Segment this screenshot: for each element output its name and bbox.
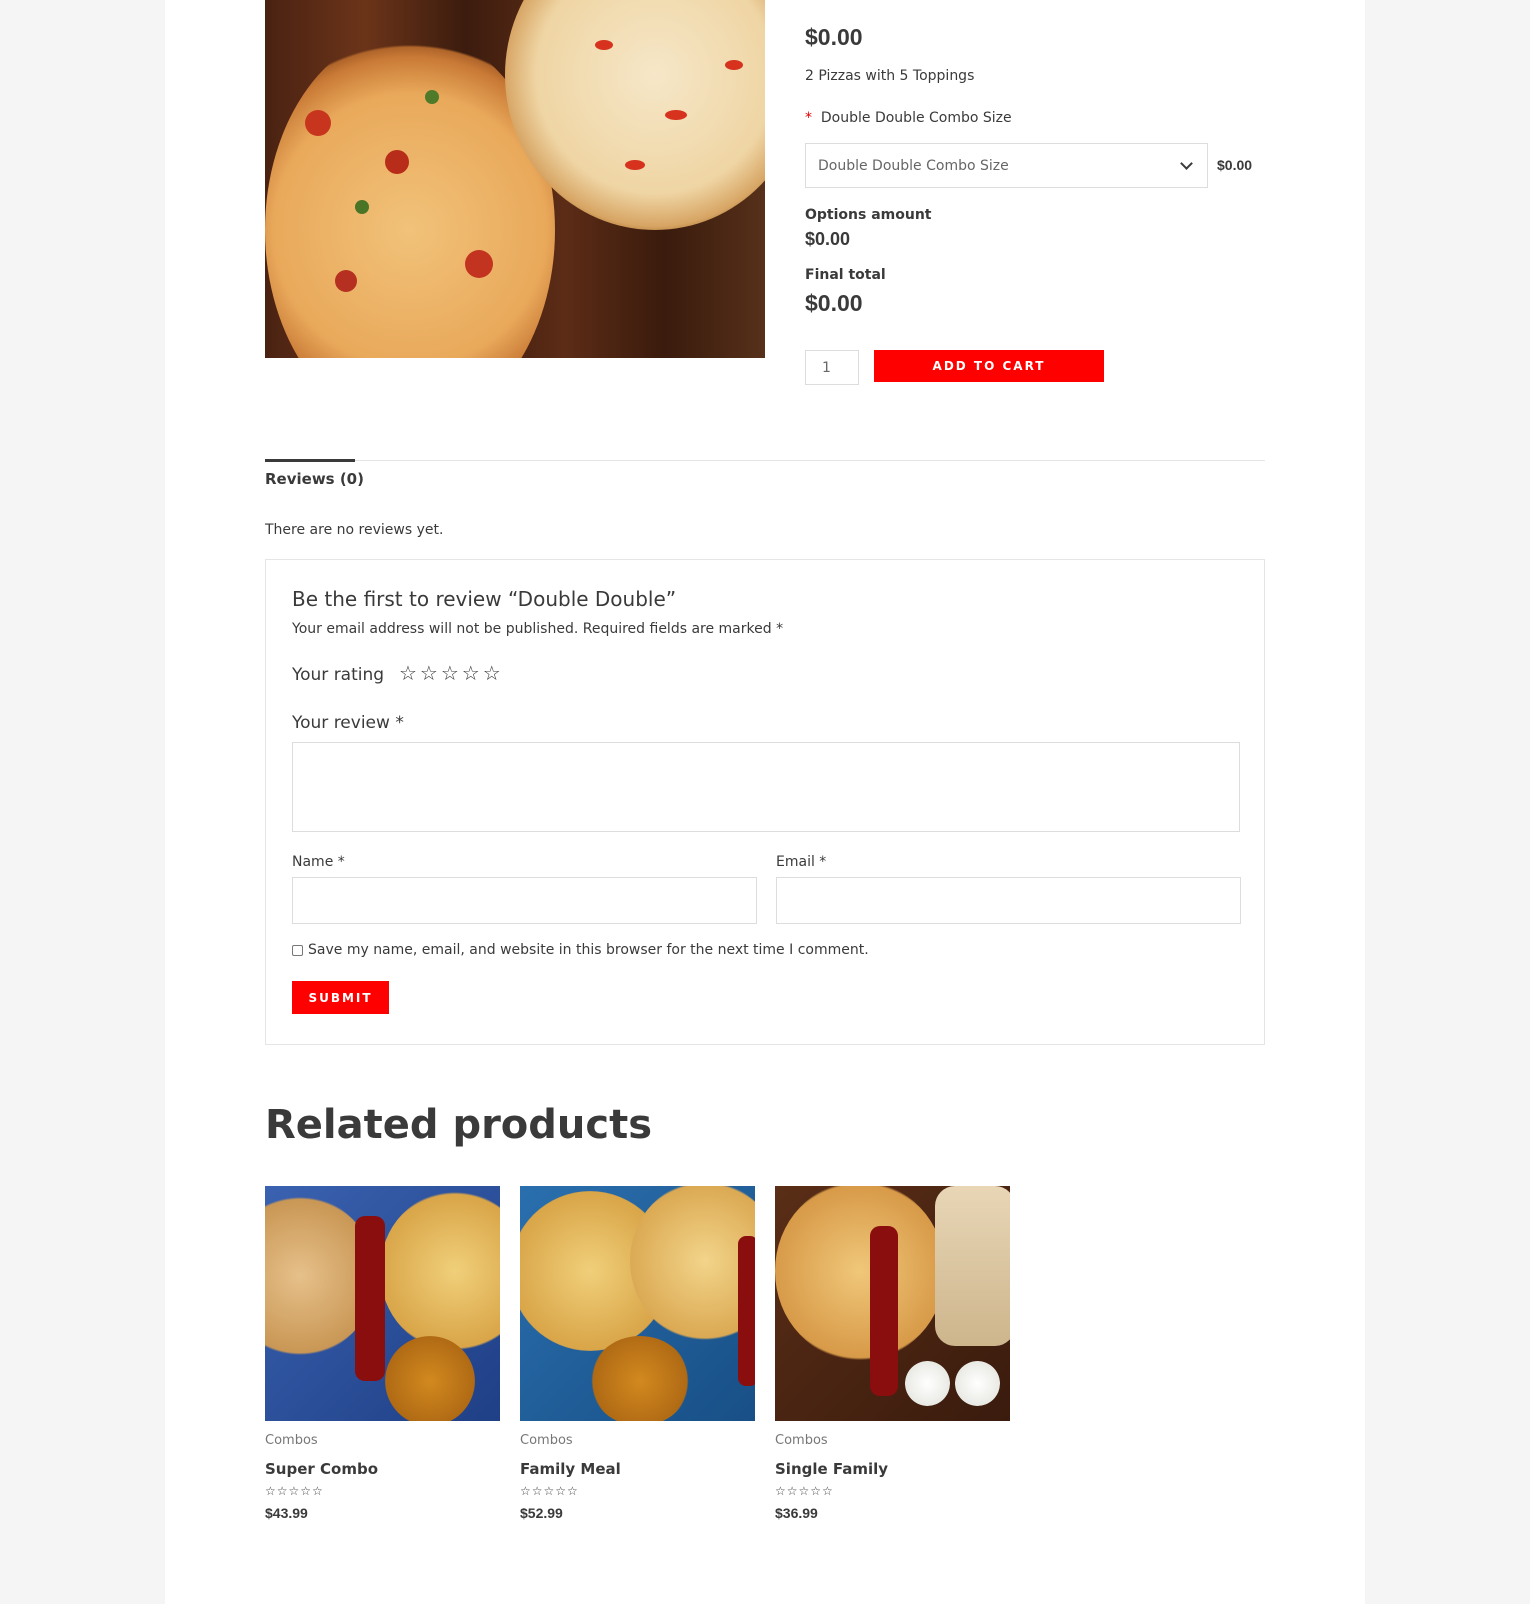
- rating-stars-input[interactable]: ☆☆☆☆☆: [399, 661, 504, 685]
- product-image[interactable]: [265, 0, 765, 358]
- option-label-text: Double Double Combo Size: [820, 110, 1012, 126]
- product-card-rating: ☆☆☆☆☆: [265, 1484, 324, 1498]
- topping: [355, 200, 369, 214]
- sauce-cup: [955, 1361, 1000, 1406]
- tab-active-indicator: [265, 459, 355, 462]
- options-amount-value: $0.00: [805, 229, 851, 249]
- product-card-rating: ☆☆☆☆☆: [775, 1484, 834, 1498]
- soda-bottle: [355, 1216, 385, 1381]
- sauce-cup: [905, 1361, 950, 1406]
- required-marker: *: [395, 713, 404, 733]
- pizza-illustration: [380, 1191, 500, 1351]
- product-price: $0.00: [805, 24, 863, 50]
- soda-bottle: [738, 1236, 755, 1386]
- notes-text: Your email address will not be published…: [292, 621, 772, 637]
- option-label: * Double Double Combo Size: [805, 110, 1012, 126]
- review-textarea[interactable]: [292, 742, 1240, 832]
- quantity-input[interactable]: 1: [805, 350, 859, 385]
- product-card-title[interactable]: Family Meal: [520, 1460, 621, 1478]
- review-form: Be the first to review “Double Double” Y…: [265, 559, 1265, 1045]
- product-card-category[interactable]: Combos: [265, 1433, 318, 1448]
- combo-size-selected: Double Double Combo Size: [818, 157, 1009, 174]
- product-card-title[interactable]: Single Family: [775, 1460, 888, 1478]
- topping: [725, 60, 743, 70]
- final-total-value: $0.00: [805, 290, 863, 316]
- chicken-illustration: [385, 1336, 475, 1421]
- email-label-text: Email: [776, 854, 815, 870]
- required-marker: *: [337, 854, 345, 870]
- topping: [425, 90, 439, 104]
- product-card-price: $52.99: [520, 1505, 563, 1521]
- save-info-label: Save my name, email, and website in this…: [308, 942, 869, 958]
- no-reviews-text: There are no reviews yet.: [265, 522, 444, 538]
- topping: [335, 270, 357, 292]
- combo-size-select[interactable]: Double Double Combo Size: [805, 143, 1208, 188]
- review-form-notes: Your email address will not be published…: [292, 621, 783, 637]
- submit-button[interactable]: SUBMIT: [292, 981, 389, 1014]
- product-card-category[interactable]: Combos: [775, 1433, 828, 1448]
- topping: [385, 150, 409, 174]
- product-card-title[interactable]: Super Combo: [265, 1460, 378, 1478]
- email-label: Email *: [776, 854, 826, 870]
- topping: [595, 40, 613, 50]
- product-card-rating: ☆☆☆☆☆: [520, 1484, 579, 1498]
- product-card-image[interactable]: [775, 1186, 1010, 1421]
- option-price: $0.00: [1217, 157, 1253, 173]
- final-total-label: Final total: [805, 267, 886, 283]
- topping: [665, 110, 687, 120]
- pizza-illustration: [775, 1186, 945, 1361]
- tab-reviews[interactable]: Reviews (0): [265, 470, 364, 488]
- product-card-image[interactable]: [265, 1186, 500, 1421]
- page-container: $0.00 2 Pizzas with 5 Toppings * Double …: [165, 0, 1365, 1604]
- tabs-divider: [265, 460, 1265, 461]
- product-card-category[interactable]: Combos: [520, 1433, 573, 1448]
- topping: [625, 160, 645, 170]
- review-label: Your review *: [292, 713, 404, 733]
- chevron-down-icon: [1180, 157, 1193, 170]
- product-card-price: $36.99: [775, 1505, 818, 1521]
- rating-label: Your rating: [292, 665, 385, 685]
- topping: [305, 110, 331, 136]
- required-marker: *: [805, 110, 812, 126]
- product-short-description: 2 Pizzas with 5 Toppings: [805, 68, 975, 84]
- options-amount-label: Options amount: [805, 207, 932, 223]
- required-marker: *: [776, 621, 784, 637]
- product-card-price: $43.99: [265, 1505, 308, 1521]
- soda-bottle: [870, 1226, 898, 1396]
- name-label: Name *: [292, 854, 345, 870]
- name-field[interactable]: [292, 877, 757, 924]
- related-products-heading: Related products: [265, 1102, 653, 1148]
- wrap-illustration: [935, 1186, 1010, 1346]
- save-info-checkbox[interactable]: [292, 945, 303, 956]
- required-marker: *: [819, 854, 827, 870]
- review-label-text: Your review: [292, 713, 390, 733]
- email-field[interactable]: [776, 877, 1241, 924]
- name-label-text: Name: [292, 854, 334, 870]
- topping: [465, 250, 493, 278]
- review-form-title: Be the first to review “Double Double”: [292, 587, 677, 611]
- product-card-image[interactable]: [520, 1186, 755, 1421]
- add-to-cart-button[interactable]: ADD TO CART: [874, 350, 1104, 382]
- chicken-illustration: [590, 1336, 690, 1421]
